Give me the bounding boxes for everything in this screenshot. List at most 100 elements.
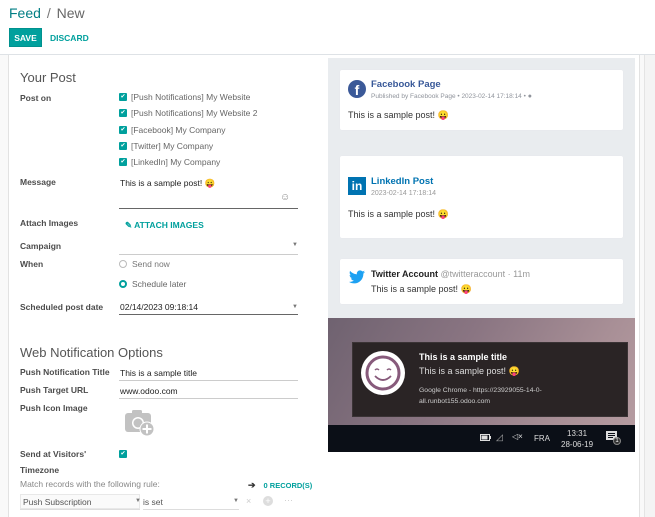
campaign-select[interactable] (119, 237, 298, 253)
account-label: [Push Notifications] My Website 2 (131, 108, 258, 118)
radio-schedule-later[interactable]: Schedule later (119, 279, 186, 289)
add-rule-icon[interactable]: + (263, 496, 273, 506)
save-button[interactable]: SAVE (9, 28, 42, 47)
emoji-picker-icon[interactable]: ☺ (280, 192, 290, 203)
radio-label: Schedule later (132, 279, 187, 289)
volume-muted-icon: ◁× (512, 432, 523, 441)
account-checkbox-row[interactable]: ✔ [Push Notifications] My Website (119, 92, 250, 102)
preview-panel: f Facebook Page Published by Facebook Pa… (328, 58, 635, 452)
date-dropdown-caret-icon[interactable]: ▼ (292, 304, 298, 310)
visitor-timezone-label-line2: Timezone (20, 465, 60, 475)
globe-icon: ● (527, 93, 532, 100)
domain-field-select[interactable]: Push Subscription (20, 494, 140, 509)
push-source-line2: all.runbot155.odoo.com (419, 398, 491, 405)
language-indicator[interactable]: FRA (534, 434, 550, 443)
push-icon-label: Push Icon Image (20, 403, 88, 413)
radio-selected-icon[interactable] (119, 280, 127, 288)
checkbox-checked-icon[interactable]: ✔ (119, 109, 127, 117)
domain-field-caret-icon[interactable]: ▼ (135, 498, 141, 504)
notification-count-badge: 1 (613, 437, 621, 445)
smiley-avatar-icon (361, 351, 405, 395)
linkedin-preview-card: in LinkedIn Post 2023-02-14 17:18:14 Thi… (340, 156, 623, 238)
camera-add-icon[interactable] (124, 408, 158, 438)
breadcrumb-feed-link[interactable]: Feed (9, 5, 41, 21)
attach-images-label: Attach Images (20, 218, 79, 228)
push-notification-body: This is a sample post! 😛 (419, 366, 520, 376)
account-checkbox-row[interactable]: ✔ [Twitter] My Company (119, 141, 213, 151)
account-label: [Push Notifications] My Website (131, 92, 251, 102)
linkedin-logo-icon: in (348, 177, 366, 195)
attach-images-button[interactable]: ✎ ATTACH IMAGES (125, 220, 204, 231)
message-underline (119, 208, 298, 209)
attach-images-text: ATTACH IMAGES (134, 220, 204, 230)
visitor-timezone-label-line1: Send at Visitors' (20, 449, 87, 459)
match-rule-text: Match records with the following rule: (20, 479, 160, 489)
checkbox-checked-icon[interactable]: ✔ (119, 126, 127, 134)
push-url-underline (119, 398, 298, 399)
twitter-account-name: Twitter Account (371, 269, 438, 279)
push-title-label: Push Notification Title (20, 367, 110, 377)
domain-field-underline (20, 509, 140, 510)
push-notification-toast: This is a sample title This is a sample … (352, 342, 628, 417)
action-center-icon[interactable]: 1 (606, 431, 621, 445)
section-title-your-post: Your Post (20, 70, 76, 85)
facebook-post-text: This is a sample post! 😛 (348, 110, 449, 120)
post-on-label: Post on (20, 93, 52, 103)
checkbox-checked-icon[interactable]: ✔ (119, 158, 127, 166)
paperclip-icon: ✎ (125, 220, 133, 230)
domain-operator-select[interactable]: is set (143, 497, 163, 507)
campaign-underline (119, 254, 298, 255)
message-textarea[interactable]: This is a sample post! 😛 (120, 178, 215, 189)
control-panel: Feed / New SAVE DISCARD (0, 0, 655, 55)
domain-operator-caret-icon[interactable]: ▼ (233, 498, 239, 504)
facebook-meta-text: Published by Facebook Page • 2023-02-14 … (371, 93, 526, 100)
push-notification-title: This is a sample title (419, 352, 508, 362)
battery-icon (480, 434, 491, 443)
campaign-label: Campaign (20, 241, 62, 251)
push-url-input[interactable]: www.odoo.com (120, 386, 178, 396)
checkbox-checked-icon[interactable]: ✔ (119, 93, 127, 101)
domain-operator-underline (143, 509, 239, 510)
scheduled-date-input[interactable]: 02/14/2023 09:18:14 (120, 302, 198, 312)
scheduled-date-label: Scheduled post date (20, 302, 104, 312)
account-checkbox-row[interactable]: ✔ [Push Notifications] My Website 2 (119, 108, 257, 118)
facebook-page-name: Facebook Page (371, 79, 441, 90)
message-label: Message (20, 177, 56, 187)
checkbox-checked-icon[interactable]: ✔ (119, 142, 127, 150)
push-source-line1: Google Chrome - https://23929055-14-0- (419, 387, 542, 394)
account-checkbox-row[interactable]: ✔ [LinkedIn] My Company (119, 157, 220, 167)
push-title-input[interactable]: This is a sample title (120, 368, 197, 378)
radio-send-now[interactable]: Send now (119, 259, 170, 269)
taskbar-clock[interactable]: 13:31 28-06-19 (561, 428, 593, 450)
push-notification-preview: This is a sample title This is a sample … (328, 318, 635, 452)
records-count-link[interactable]: ➔ 0 RECORD(S) (248, 480, 312, 491)
clock-time: 13:31 (567, 429, 588, 438)
windows-taskbar: ◿ ◁× FRA 13:31 28-06-19 1 (328, 425, 635, 452)
delete-rule-icon[interactable]: × (246, 496, 251, 506)
facebook-preview-card: f Facebook Page Published by Facebook Pa… (340, 70, 623, 130)
section-title-web-notification: Web Notification Options (20, 345, 163, 360)
scrollbar[interactable] (644, 55, 655, 517)
twitter-bird-icon (349, 270, 365, 284)
twitter-handle: @twitteraccount · 11m (440, 269, 531, 279)
more-options-icon[interactable]: ··· (284, 495, 293, 505)
account-label: [Facebook] My Company (131, 125, 226, 135)
account-label: [LinkedIn] My Company (131, 157, 221, 167)
account-label: [Twitter] My Company (131, 141, 214, 151)
radio-unselected-icon[interactable] (119, 260, 127, 268)
breadcrumb-separator: / (46, 5, 51, 21)
breadcrumb: Feed / New (9, 5, 85, 21)
linkedin-post-name: LinkedIn Post (371, 176, 434, 187)
twitter-post-text: This is a sample post! 😛 (371, 284, 472, 294)
visitor-timezone-checkbox[interactable]: ✔ (119, 450, 127, 458)
discard-button[interactable]: DISCARD (50, 28, 89, 47)
campaign-dropdown-caret-icon[interactable]: ▼ (292, 242, 298, 248)
when-label: When (20, 259, 44, 269)
linkedin-post-meta: 2023-02-14 17:18:14 (371, 190, 436, 197)
records-count-text: 0 RECORD(S) (263, 481, 313, 490)
account-checkbox-row[interactable]: ✔ [Facebook] My Company (119, 125, 225, 135)
wifi-icon: ◿ (496, 432, 503, 442)
twitter-preview-card: Twitter Account @twitteraccount · 11m Th… (340, 259, 623, 304)
facebook-post-meta: Published by Facebook Page • 2023-02-14 … (371, 93, 532, 100)
push-notification-source: Google Chrome - https://23929055-14-0- a… (419, 385, 599, 407)
